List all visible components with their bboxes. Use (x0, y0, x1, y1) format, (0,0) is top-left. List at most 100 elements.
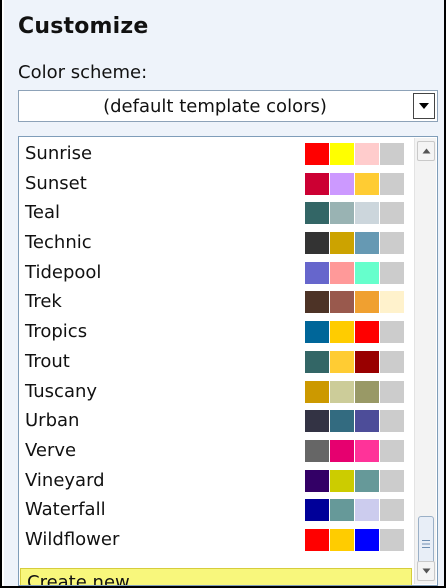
scheme-list-item[interactable]: Technic (19, 228, 413, 258)
scheme-name: Trout (25, 350, 70, 372)
color-swatch (355, 172, 379, 195)
color-swatch (305, 143, 329, 165)
scheme-name: Teal (25, 202, 61, 224)
color-swatch (355, 143, 379, 165)
color-scheme-dropdown[interactable]: (default template colors) (18, 90, 438, 122)
color-swatch (380, 410, 404, 433)
color-swatch (330, 528, 354, 551)
scheme-name: Urban (25, 410, 80, 432)
color-swatch (330, 380, 354, 403)
scheme-name: Tuscany (25, 380, 98, 402)
scheme-name: Sunset (25, 172, 87, 194)
scheme-list-item[interactable]: Trek (19, 287, 413, 317)
color-swatch (355, 410, 379, 433)
color-swatch (305, 321, 329, 344)
chevron-down-icon (419, 103, 429, 109)
color-swatch (355, 528, 379, 551)
color-swatch (330, 261, 354, 284)
color-swatch (355, 291, 379, 314)
scheme-swatches (305, 232, 404, 255)
scheme-name: Waterfall (25, 499, 106, 521)
color-swatch (330, 350, 354, 373)
color-swatch (305, 528, 329, 551)
color-swatch (380, 291, 404, 314)
scheme-list-item[interactable]: Sunset (19, 169, 413, 199)
dropdown-button[interactable] (413, 93, 435, 119)
color-scheme-list[interactable]: Sunrise Sunset Teal Technic Tidepool Trek Trop… (18, 136, 438, 586)
scheme-list-item[interactable]: Tidepool (19, 258, 413, 288)
color-swatch (330, 499, 354, 522)
scroll-down-button[interactable] (417, 561, 435, 581)
scheme-name: Technic (25, 232, 92, 254)
color-swatch (355, 380, 379, 403)
color-swatch (330, 469, 354, 492)
color-swatch (305, 172, 329, 195)
color-swatch (355, 202, 379, 225)
color-swatch (330, 172, 354, 195)
customize-panel: Customize Color scheme: (default templat… (4, 0, 444, 586)
scheme-swatches (305, 261, 404, 284)
color-swatch (380, 232, 404, 255)
color-swatch (305, 232, 329, 255)
color-swatch (330, 232, 354, 255)
color-swatch (330, 410, 354, 433)
color-swatch (355, 232, 379, 255)
color-swatch (355, 469, 379, 492)
color-swatch (305, 469, 329, 492)
scroll-up-arrow-icon (422, 148, 430, 154)
color-swatch (380, 172, 404, 195)
scheme-swatches (305, 291, 404, 314)
scheme-rows: Sunrise Sunset Teal Technic Tidepool Trek Trop… (19, 139, 413, 555)
color-swatch (355, 261, 379, 284)
grip-lines-icon (422, 540, 430, 548)
scheme-list-item[interactable]: Trout (19, 347, 413, 377)
color-swatch (305, 291, 329, 314)
color-swatch (355, 321, 379, 344)
scheme-swatches (305, 172, 404, 195)
color-swatch (380, 469, 404, 492)
scheme-name: Vineyard (25, 469, 105, 491)
scheme-list-item[interactable]: Vineyard (19, 466, 413, 496)
color-swatch (380, 439, 404, 462)
customize-pane: Customize Color scheme: (default templat… (0, 0, 446, 588)
scheme-list-item[interactable]: Sunrise (19, 139, 413, 169)
color-swatch (330, 143, 354, 165)
color-swatch (380, 202, 404, 225)
color-swatch (305, 350, 329, 373)
color-swatch (380, 350, 404, 373)
scheme-swatches (305, 528, 404, 551)
scheme-list-item[interactable]: Verve (19, 436, 413, 466)
color-swatch (380, 321, 404, 344)
scheme-list-item[interactable]: Wildflower (19, 525, 413, 555)
scheme-swatches (305, 469, 404, 492)
scheme-list-item[interactable]: Teal (19, 198, 413, 228)
scheme-name: Tidepool (25, 261, 102, 283)
create-new-label: Create new... (27, 572, 146, 586)
scheme-list-item[interactable]: Tuscany (19, 377, 413, 407)
color-swatch (330, 321, 354, 344)
color-swatch (355, 350, 379, 373)
color-swatch (305, 380, 329, 403)
color-swatch (380, 261, 404, 284)
scheme-swatches (305, 499, 404, 522)
color-swatch (355, 499, 379, 522)
create-new-item[interactable]: Create new... (20, 568, 412, 586)
scroll-down-arrow-icon (422, 568, 430, 574)
scheme-list-item[interactable]: Urban (19, 406, 413, 436)
scheme-swatches (305, 202, 404, 225)
color-swatch (355, 439, 379, 462)
color-swatch (380, 380, 404, 403)
vertical-scrollbar[interactable] (414, 138, 436, 584)
color-swatch (305, 439, 329, 462)
color-swatch (305, 410, 329, 433)
scheme-swatches (305, 410, 404, 433)
color-swatch (380, 528, 404, 551)
color-swatch (380, 499, 404, 522)
scheme-list-item[interactable]: Tropics (19, 317, 413, 347)
scheme-list-item[interactable]: Waterfall (19, 495, 413, 525)
color-swatch (305, 261, 329, 284)
scroll-up-button[interactable] (417, 141, 435, 161)
scheme-swatches (305, 380, 404, 403)
scheme-name: Verve (25, 439, 77, 461)
scheme-name: Trek (25, 291, 62, 313)
